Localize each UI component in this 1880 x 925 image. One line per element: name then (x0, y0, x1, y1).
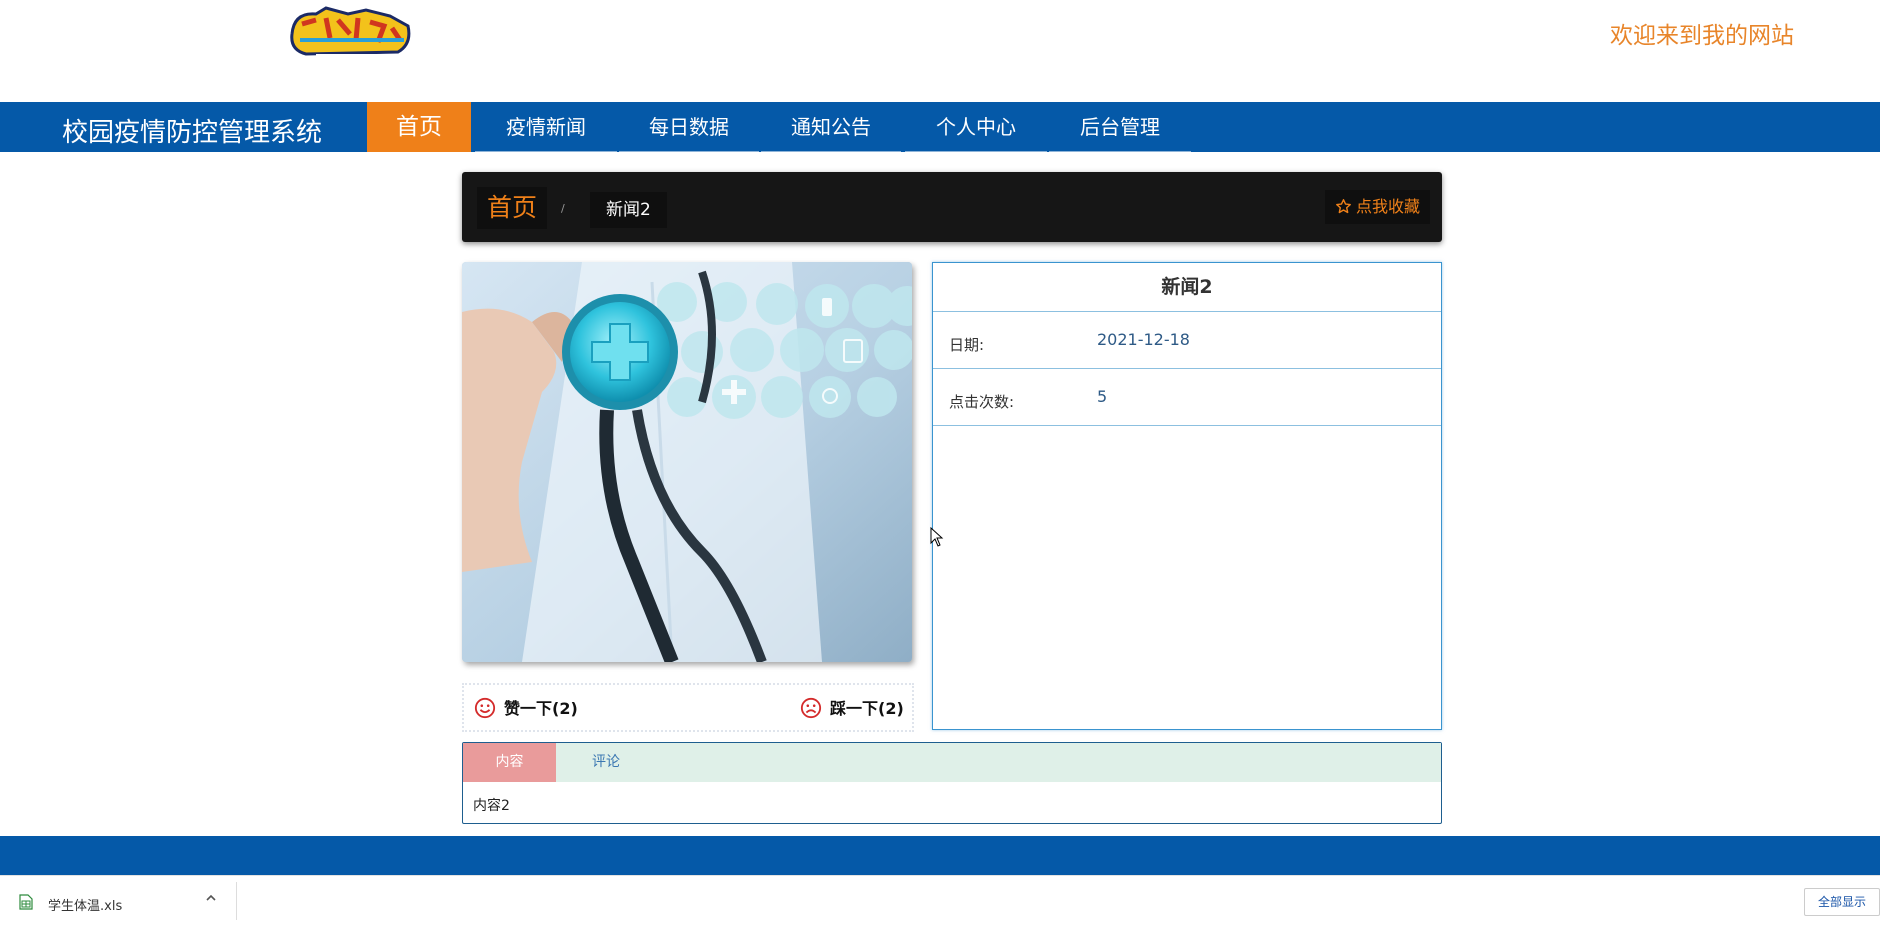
chevron-up-icon[interactable] (205, 892, 217, 908)
nav-item-home[interactable]: 首页 (367, 102, 471, 152)
breadcrumb-current: 新闻2 (590, 192, 667, 228)
vote-bar: 赞一下(2) 踩一下(2) (462, 683, 914, 732)
breadcrumb: 首页 / 新闻2 点我收藏 (462, 172, 1442, 242)
news-image (462, 262, 912, 662)
info-label: 点击次数: (949, 393, 1015, 411)
info-value: 5 (1097, 387, 1108, 406)
nav-item-label: 每日数据 (649, 115, 729, 139)
site-title: 校园疫情防控管理系统 (62, 118, 323, 148)
info-value: 2021-12-18 (1097, 330, 1190, 349)
nav-item-label: 个人中心 (936, 115, 1016, 139)
frown-icon (800, 697, 822, 719)
tab-comments[interactable]: 评论 (556, 743, 656, 782)
divider (236, 882, 237, 920)
nav-item-profile[interactable]: 个人中心 (905, 102, 1047, 152)
nav-item-admin[interactable]: 后台管理 (1049, 102, 1191, 152)
info-row-date: 日期: 2021-12-18 (933, 312, 1441, 369)
news-title: 新闻2 (933, 263, 1441, 312)
nav-item-label: 疫情新闻 (506, 115, 586, 139)
star-icon (1336, 199, 1351, 214)
download-filename[interactable]: 学生体温.xls (48, 895, 122, 914)
nav-item-label: 后台管理 (1080, 115, 1160, 139)
favorite-button[interactable]: 点我收藏 (1324, 190, 1430, 224)
site-logo[interactable] (286, 4, 414, 68)
download-shelf: 学生体温.xls 全部显示 (0, 875, 1880, 925)
nav-item-label: 首页 (396, 114, 442, 140)
footer-bar (0, 836, 1880, 875)
like-button[interactable]: 赞一下(2) (474, 695, 578, 719)
info-label: 日期: (949, 336, 985, 354)
favorite-label: 点我收藏 (1355, 197, 1420, 216)
welcome-text: 欢迎来到我的网站 (1610, 23, 1794, 49)
info-row-clicks: 点击次数: 5 (933, 369, 1441, 426)
mouse-cursor-icon (930, 526, 944, 551)
dislike-button[interactable]: 踩一下(2) (800, 695, 904, 719)
spreadsheet-file-icon (19, 894, 33, 914)
nav-item-notices[interactable]: 通知公告 (761, 102, 901, 152)
main-nav: 校园疫情防控管理系统 首页 疫情新闻 每日数据 通知公告 个人中心 后台管理 (0, 102, 1880, 152)
breadcrumb-home-link[interactable]: 首页 (477, 187, 548, 229)
tab-header: 内容 评论 (463, 743, 1441, 782)
breadcrumb-separator: / (561, 202, 565, 215)
like-label: 赞一下(2) (504, 699, 578, 718)
smile-icon (474, 697, 496, 719)
tab-body-text: 内容2 (473, 798, 510, 814)
tab-content[interactable]: 内容 (463, 743, 556, 782)
dislike-label: 踩一下(2) (830, 699, 904, 718)
top-header: 欢迎来到我的网站 (0, 0, 1880, 102)
nav-item-news[interactable]: 疫情新闻 (475, 102, 617, 152)
nav-item-label: 通知公告 (791, 115, 871, 139)
tab-panel: 内容 评论 内容2 (462, 742, 1442, 824)
show-all-button[interactable]: 全部显示 (1804, 888, 1880, 916)
nav-item-daily-data[interactable]: 每日数据 (619, 102, 759, 152)
news-info-panel: 新闻2 日期: 2021-12-18 点击次数: 5 (932, 262, 1442, 730)
